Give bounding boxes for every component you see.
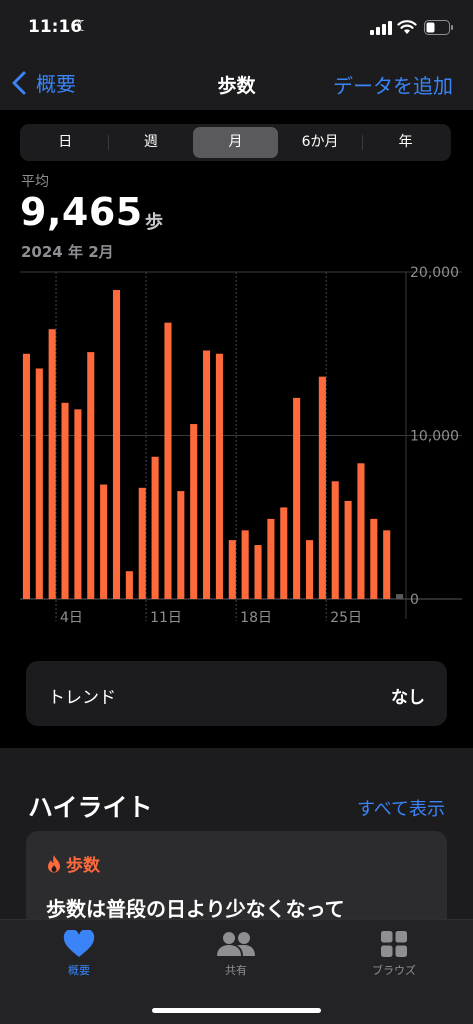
average-unit: 歩 — [145, 212, 163, 233]
bar — [35, 368, 43, 599]
status-time: 11:16 — [28, 17, 83, 37]
tab-browse-label: ブラウズ — [372, 964, 416, 977]
bar — [370, 518, 378, 599]
x-tick-label: 25日 — [330, 610, 362, 626]
y-tick-label: 10,000 — [410, 429, 459, 445]
back-button[interactable]: 概要 — [10, 68, 76, 97]
bar — [74, 409, 82, 599]
back-label: 概要 — [36, 72, 76, 96]
navigation-bar: 概要 歩数 データを追加 — [0, 58, 473, 110]
bar — [112, 289, 121, 599]
bar — [87, 352, 95, 599]
highlight-card-header: 歩数 — [46, 851, 100, 876]
tab-browse[interactable]: ブラウズ — [354, 930, 434, 978]
period-label: 2024 年 2月 — [21, 243, 114, 261]
y-tick-label: 0 — [410, 592, 419, 608]
cellular-signal-icon — [370, 21, 392, 35]
bar — [280, 507, 288, 599]
y-tick-label: 20,000 — [410, 265, 459, 281]
home-indicator — [152, 1008, 321, 1013]
battery-icon — [424, 20, 453, 35]
bar — [331, 481, 339, 599]
moon-icon: ☾ — [76, 17, 90, 35]
bar — [215, 353, 223, 599]
average-label: 平均 — [21, 174, 49, 190]
bar — [177, 491, 185, 599]
bar — [203, 350, 211, 599]
flame-icon — [48, 854, 60, 872]
steps-bar-chart[interactable]: 20,000 10,000 0 4日 11日 18日 25日 — [0, 262, 473, 632]
add-data-button[interactable]: データを追加 — [333, 70, 453, 99]
average-value: 9,465 — [20, 190, 143, 234]
bar — [383, 530, 391, 599]
bar — [344, 500, 352, 599]
bar — [318, 376, 326, 599]
segment-week[interactable]: 週 — [109, 127, 194, 158]
highlights-title: ハイライト — [28, 793, 153, 822]
x-tick-label: 11日 — [150, 610, 182, 626]
bar — [100, 484, 108, 599]
bar — [305, 540, 314, 599]
bar — [22, 353, 30, 599]
bar-partial — [396, 594, 404, 599]
status-bar: 11:16 ☾ — [0, 0, 473, 58]
trend-row[interactable]: トレンド なし — [26, 661, 447, 726]
grid-icon — [381, 931, 407, 957]
bar — [293, 397, 301, 599]
bar — [254, 545, 262, 599]
bar — [357, 463, 365, 599]
people-icon — [217, 932, 255, 956]
bar — [151, 456, 159, 599]
see-all-button[interactable]: すべて表示 — [357, 795, 445, 821]
bar — [190, 424, 198, 599]
segment-six-months[interactable]: 6か月 — [278, 127, 363, 158]
bar — [138, 487, 146, 599]
bar — [48, 329, 56, 599]
bar — [61, 402, 69, 599]
segment-month[interactable]: 月 — [193, 127, 278, 158]
bar — [267, 518, 275, 599]
wifi-icon — [397, 20, 417, 34]
bar — [228, 540, 236, 599]
x-tick-label: 18日 — [240, 610, 272, 626]
tab-sharing-label: 共有 — [225, 964, 247, 977]
segment-year[interactable]: 年 — [363, 127, 448, 158]
bar — [125, 571, 133, 599]
time-range-segmented-control: 日 週 月 6か月 年 — [20, 124, 451, 161]
highlight-category: 歩数 — [66, 856, 100, 876]
bar — [241, 530, 249, 599]
segment-day[interactable]: 日 — [23, 127, 108, 158]
tab-summary[interactable]: 概要 — [39, 930, 119, 978]
trend-value: なし — [391, 688, 425, 708]
tab-summary-label: 概要 — [68, 964, 90, 977]
chevron-left-icon — [12, 71, 26, 94]
bar — [164, 322, 172, 599]
tab-sharing[interactable]: 共有 — [196, 930, 276, 978]
trend-label: トレンド — [48, 688, 116, 708]
heart-icon — [63, 930, 95, 957]
highlight-text: 歩数は普段の日より少なくなって — [46, 897, 345, 921]
x-tick-label: 4日 — [60, 610, 83, 626]
